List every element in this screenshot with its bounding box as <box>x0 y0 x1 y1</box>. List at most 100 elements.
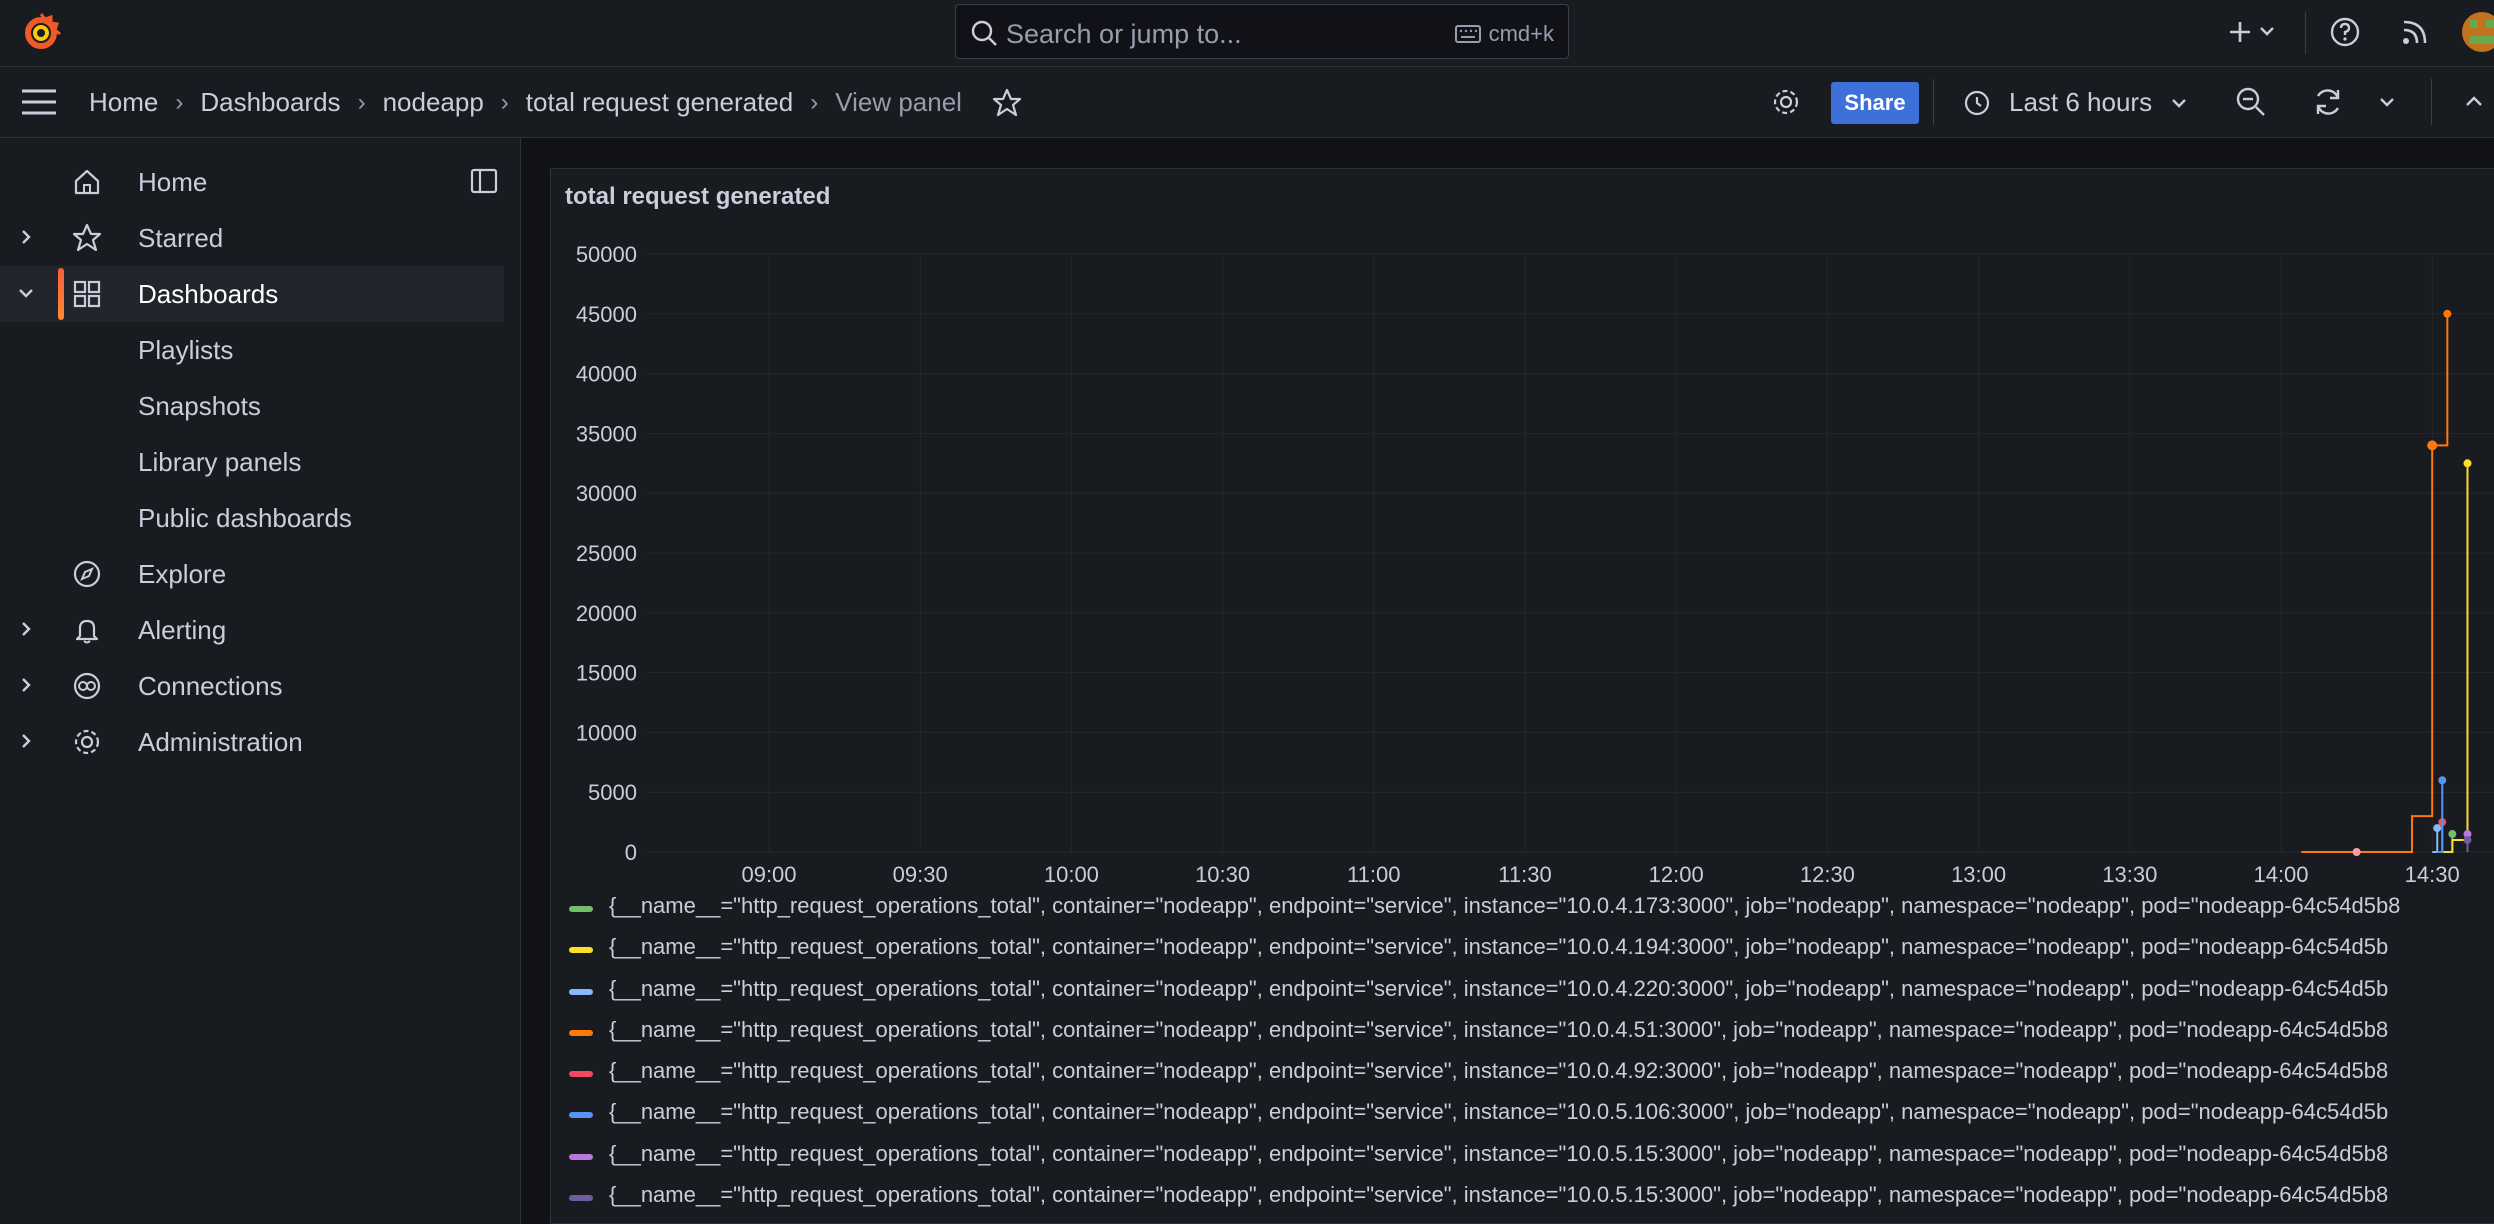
series-point-1[interactable] <box>2463 459 2472 468</box>
sidebar-item-label: Dashboards <box>138 279 279 309</box>
breadcrumb-home[interactable]: Home <box>89 87 158 118</box>
sidebar-item-label: Home <box>138 167 208 197</box>
sidebar-item-label: Public dashboards <box>138 503 352 533</box>
legend-swatch <box>569 906 593 912</box>
x-tick-label: 14:00 <box>2253 862 2308 887</box>
legend-label: {__name__="http_request_operations_total… <box>609 1140 2389 1166</box>
panel-view: total request generated 50000 45000 40000 3… <box>550 168 2494 1224</box>
refresh-interval-chevron-icon[interactable] <box>2378 95 2396 109</box>
x-tick-label: 13:00 <box>1951 862 2006 887</box>
legend-label: {__name__="http_request_operations_total… <box>609 934 2389 960</box>
legend-swatch <box>569 1029 593 1036</box>
sidebar-item-label: Snapshots <box>138 391 261 421</box>
chevron-up-icon[interactable] <box>2464 93 2484 109</box>
sidebar-item-alerting[interactable]: Alerting <box>0 602 520 658</box>
share-button[interactable]: Share <box>1831 82 1919 124</box>
legend-label: {__name__="http_request_operations_total… <box>609 1058 2389 1084</box>
sidebar-item-starred[interactable]: Starred <box>0 210 520 266</box>
help-icon[interactable] <box>2329 16 2361 48</box>
grafana-logo[interactable] <box>18 10 64 56</box>
breadcrumb-dashboard[interactable]: total request generated <box>526 87 793 118</box>
legend-label: {__name__="http_request_operations_total… <box>609 1016 2389 1042</box>
y-tick-label: 35000 <box>576 421 637 446</box>
gear-icon <box>74 729 100 755</box>
user-avatar-icon[interactable] <box>2462 12 2494 52</box>
legend-swatch <box>569 988 593 995</box>
x-tick-label: 10:00 <box>1044 862 1099 887</box>
top-bar: Search or jump to... cmd+k <box>0 0 2494 67</box>
y-tick-label: 0 <box>625 840 637 865</box>
news-feed-icon[interactable] <box>2399 16 2431 48</box>
sidebar-item-playlists[interactable]: Playlists <box>0 322 520 378</box>
star-icon <box>72 223 102 252</box>
sidebar-item-library-panels[interactable]: Library panels <box>0 434 520 490</box>
y-tick-label: 30000 <box>576 481 637 506</box>
legend-swatch <box>569 1153 593 1160</box>
settings-gear-icon[interactable] <box>1771 87 1801 117</box>
y-tick-label: 45000 <box>576 302 637 327</box>
chevron-right-icon[interactable] <box>16 673 36 697</box>
series-point-5[interactable] <box>2438 776 2447 785</box>
sidebar-item-dashboards[interactable]: Dashboards <box>0 266 504 322</box>
breadcrumb-current: View panel <box>835 87 962 117</box>
sidebar-item-snapshots[interactable]: Snapshots <box>0 378 520 434</box>
chevron-right-icon[interactable] <box>16 225 36 249</box>
breadcrumb-separator-icon: › <box>175 88 184 116</box>
sidebar-item-label: Explore <box>138 559 227 589</box>
y-tick-label: 15000 <box>576 661 637 686</box>
legend-swatch <box>569 1112 593 1119</box>
series-point-start[interactable] <box>2352 848 2361 856</box>
active-indicator <box>58 268 64 320</box>
sidebar-item-label: Starred <box>138 223 224 253</box>
chevron-down-icon[interactable] <box>2258 24 2276 38</box>
series-point-3[interactable] <box>2443 309 2452 318</box>
x-tick-label: 12:30 <box>1800 862 1855 887</box>
y-tick-label: 50000 <box>576 242 637 267</box>
breadcrumb-dashboards[interactable]: Dashboards <box>200 87 340 118</box>
search-icon <box>971 20 997 46</box>
chevron-right-icon[interactable] <box>16 617 36 641</box>
breadcrumb-folder[interactable]: nodeapp <box>383 87 484 118</box>
sidebar-item-label: Administration <box>138 727 303 757</box>
series-point-peak[interactable] <box>2427 440 2438 451</box>
sidebar-item-home[interactable]: Home <box>0 154 520 210</box>
series-point-7[interactable] <box>2463 836 2472 845</box>
menu-icon[interactable] <box>20 87 58 117</box>
zoom-out-icon[interactable] <box>2235 86 2267 118</box>
sidebar-item-public-dashboards[interactable]: Public dashboards <box>0 490 520 546</box>
y-tick-label: 20000 <box>576 601 637 626</box>
sidebar-item-explore[interactable]: Explore <box>0 546 520 602</box>
time-range-label: Last 6 hours <box>2009 87 2153 117</box>
search-shortcut: cmd+k <box>1454 21 1554 47</box>
y-tick-label: 10000 <box>576 720 637 745</box>
breadcrumb-separator-icon: › <box>357 88 366 116</box>
chevron-right-icon[interactable] <box>16 729 36 753</box>
legend-swatch <box>569 1071 593 1078</box>
shortcut-label: cmd+k <box>1488 21 1554 46</box>
bell-icon <box>75 619 99 644</box>
y-tick-label: 40000 <box>576 362 637 387</box>
plus-icon[interactable] <box>2224 16 2256 48</box>
time-series-chart[interactable]: 5000045000400003500030000250002000015000… <box>551 169 2494 889</box>
x-tick-label: 13:30 <box>2102 862 2157 887</box>
legend-swatch <box>569 947 593 954</box>
series-point-0[interactable] <box>2448 830 2457 839</box>
sidebar-item-administration[interactable]: Administration <box>0 714 520 770</box>
sidebar-item-label: Alerting <box>138 615 227 645</box>
x-tick-label: 11:00 <box>1347 862 1400 887</box>
apps-icon <box>73 280 101 308</box>
chevron-down-icon[interactable] <box>16 281 36 305</box>
refresh-icon[interactable] <box>2312 86 2344 118</box>
sidebar-item-label: Playlists <box>138 335 234 365</box>
legend-label: {__name__="http_request_operations_total… <box>609 1182 2389 1208</box>
x-tick-label: 14:30 <box>2405 862 2460 887</box>
time-range-picker[interactable]: Last 6 hours <box>1963 87 2188 118</box>
y-tick-label: 5000 <box>588 780 637 805</box>
breadcrumb: Home › Dashboards › nodeapp › total requ… <box>89 87 1022 118</box>
legend-label: {__name__="http_request_operations_total… <box>609 893 2401 918</box>
search-bar[interactable]: Search or jump to... cmd+k <box>955 4 1569 59</box>
legend-label: {__name__="http_request_operations_total… <box>609 975 2389 1001</box>
star-icon[interactable] <box>992 88 1022 118</box>
series-line-1 <box>2442 463 2469 853</box>
sidebar-item-connections[interactable]: Connections <box>0 658 520 714</box>
